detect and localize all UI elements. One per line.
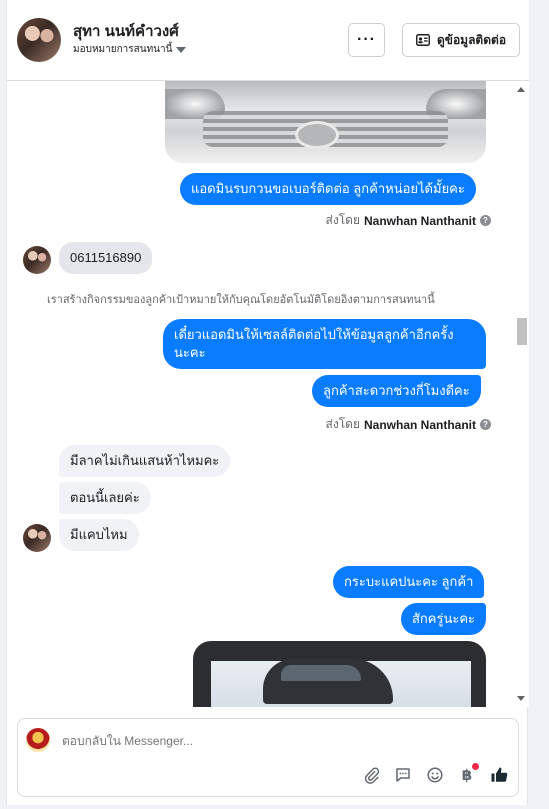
caret-down-icon xyxy=(176,46,187,53)
incoming-message[interactable]: มีลาคไม่เกินแสนห้าไหมคะ xyxy=(59,445,231,477)
paperclip-icon[interactable] xyxy=(362,766,380,784)
reply-composer: ฿ xyxy=(17,718,519,797)
smiley-icon[interactable] xyxy=(426,766,444,784)
more-options-button[interactable]: ··· xyxy=(348,23,385,57)
car-photo-attachment[interactable] xyxy=(165,81,486,163)
scroll-down-icon[interactable] xyxy=(517,696,525,701)
help-icon[interactable]: ? xyxy=(480,419,491,430)
outgoing-message[interactable]: สักครู่นะคะ xyxy=(401,603,487,635)
conversation-header: สุทา นนท์คำวงศ์ มอบหมายการสนทนานี้ ··· ด… xyxy=(7,0,529,81)
contact-card-icon xyxy=(416,34,430,46)
scrollbar[interactable] xyxy=(513,81,529,707)
outgoing-message[interactable]: ลูกค้าสะดวกช่วงกี่โมงดีคะ xyxy=(312,375,481,407)
sent-by-prefix: ส่งโดย xyxy=(325,417,360,431)
help-icon[interactable]: ? xyxy=(480,215,491,226)
contact-avatar-small[interactable] xyxy=(23,246,51,274)
system-note: เราสร้างกิจกรรมของลูกค้าเป้าหมายให้กับคุ… xyxy=(47,294,435,306)
scrollbar-thumb[interactable] xyxy=(517,318,527,345)
sent-by-label: ส่งโดย Nanwhan Nanthanit ? xyxy=(326,415,491,434)
sent-by-label: ส่งโดย Nanwhan Nanthanit ? xyxy=(326,211,491,230)
sent-by-name[interactable]: Nanwhan Nanthanit xyxy=(364,214,476,228)
outgoing-message[interactable]: เดี๋ยวแอดมินให้เซลล์ติดต่อไปให้ข้อมูลลูก… xyxy=(163,319,486,369)
incoming-message[interactable]: ตอนนี้เลยค่ะ xyxy=(59,482,151,514)
message-line: เดี๋ยวแอดมินให้เซลล์ติดต่อไปให้ข้อมูลลูก… xyxy=(174,327,454,342)
message-thread[interactable]: แอดมินรบกวนขอเบอร์ติดต่อ ลูกค้าหน่อยได้ม… xyxy=(7,81,529,707)
sent-by-name[interactable]: Nanwhan Nanthanit xyxy=(364,418,476,432)
incoming-message-phone[interactable]: 0611516890 xyxy=(59,242,153,274)
contact-avatar-small[interactable] xyxy=(23,524,51,552)
composer-toolbar: ฿ xyxy=(362,763,508,784)
incoming-message[interactable]: มีแคบไหม xyxy=(59,519,139,551)
speech-bubble-icon[interactable] xyxy=(394,766,412,784)
outgoing-message[interactable]: แอดมินรบกวนขอเบอร์ติดต่อ ลูกค้าหน่อยได้ม… xyxy=(180,173,476,205)
outgoing-message[interactable]: กระบะแคปนะคะ ลูกค้า xyxy=(333,566,485,598)
truck-photo-attachment[interactable] xyxy=(193,641,486,707)
assign-conversation-dropdown[interactable]: มอบหมายการสนทนานี้ xyxy=(73,42,187,57)
scroll-up-icon[interactable] xyxy=(517,87,525,92)
thumbs-up-icon[interactable] xyxy=(490,766,508,784)
message-line: นะคะ xyxy=(174,345,206,360)
page-avatar xyxy=(26,728,50,752)
conversation-panel: สุทา นนท์คำวงศ์ มอบหมายการสนทนานี้ ··· ด… xyxy=(6,0,529,805)
notification-dot xyxy=(472,763,479,770)
sent-by-prefix: ส่งโดย xyxy=(325,213,360,227)
contact-name[interactable]: สุทา นนท์คำวงศ์ xyxy=(73,19,179,43)
view-contact-button[interactable]: ดูข้อมูลติดต่อ xyxy=(402,23,520,57)
truck-window xyxy=(281,665,361,681)
reply-input[interactable] xyxy=(62,734,362,748)
contact-avatar[interactable] xyxy=(17,18,61,62)
view-contact-label: ดูข้อมูลติดต่อ xyxy=(436,32,507,47)
toyota-logo xyxy=(295,121,339,149)
assign-label: มอบหมายการสนทนานี้ xyxy=(73,44,173,55)
baht-icon[interactable]: ฿ xyxy=(458,763,479,784)
